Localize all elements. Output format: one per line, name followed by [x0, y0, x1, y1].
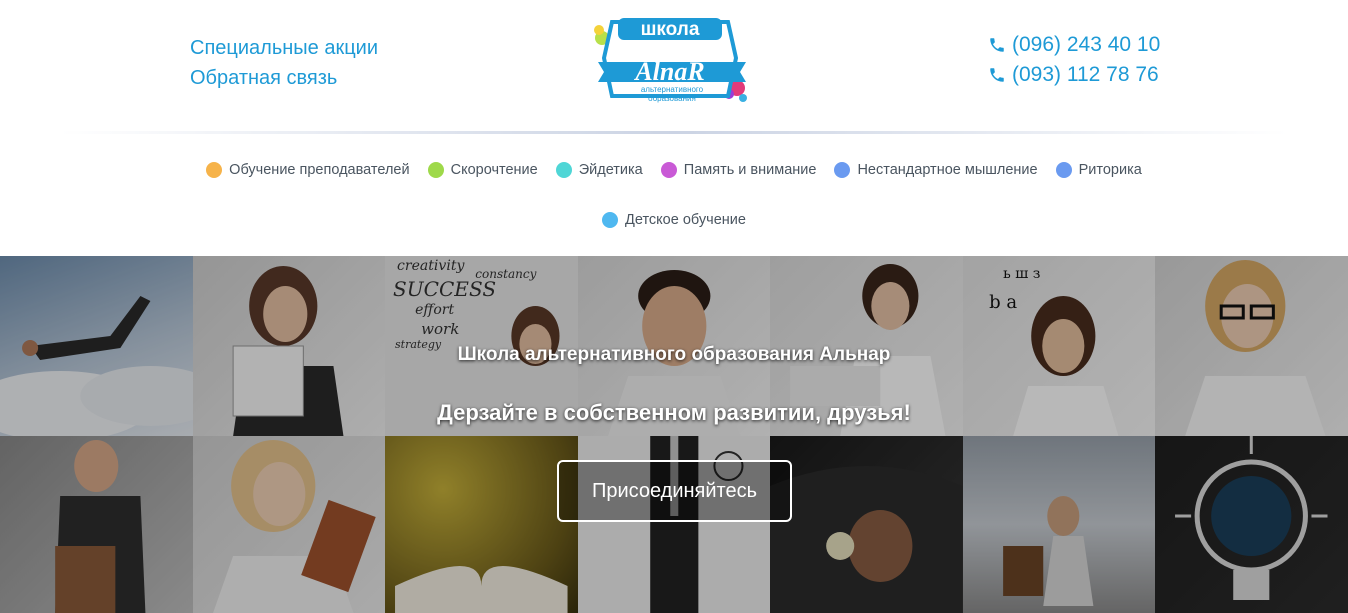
- hero-title: Дерзайте в собственном развитии, друзья!: [437, 400, 911, 425]
- nav-item-speed-reading[interactable]: Скорочтение: [427, 162, 538, 178]
- logo-top-text: школа: [641, 19, 700, 40]
- blue-dot-icon: [1055, 162, 1072, 178]
- join-button[interactable]: Присоединяйтесь: [557, 460, 792, 522]
- teal-dot-icon: [555, 162, 572, 178]
- nav-item-rhetoric[interactable]: Риторика: [1055, 162, 1142, 178]
- nav-item-label: Память и внимание: [683, 162, 817, 178]
- logo-brand: AlnaR: [633, 57, 704, 86]
- course-nav-row-2: Детское обучение: [0, 200, 1348, 240]
- hero-subtitle: Школа альтернативного образования Альнар: [457, 344, 891, 365]
- site-header: Специальные акции Обратная связь школа A…: [0, 0, 1348, 133]
- nav-item-children-education[interactable]: Детское обучение: [602, 212, 746, 228]
- header-links: Специальные акции Обратная связь: [190, 33, 378, 93]
- nav-item-label: Риторика: [1078, 162, 1142, 178]
- nav-item-label: Эйдетика: [578, 162, 643, 178]
- blue-dot-icon: [834, 162, 851, 178]
- special-offers-link[interactable]: Специальные акции: [190, 33, 378, 63]
- school-logo[interactable]: школа AlnaR альтернативного образования: [590, 12, 755, 112]
- phone-number-2[interactable]: (093) 112 78 76: [988, 60, 1160, 90]
- nav-item-label: Нестандартное мышление: [857, 162, 1038, 178]
- purple-dot-icon: [660, 162, 677, 178]
- phone-icon: [990, 38, 1004, 52]
- phone-number-text-1: (096) 243 40 10: [1012, 33, 1161, 56]
- phone-number-text-2: (093) 112 78 76: [1012, 63, 1159, 86]
- course-nav: Обучение преподавателей Скорочтение Эйде…: [0, 150, 1348, 240]
- logo-tagline-2: образования: [648, 94, 696, 103]
- phone-number-1[interactable]: (096) 243 40 10: [988, 30, 1160, 60]
- nav-item-label: Детское обучение: [625, 212, 746, 228]
- nav-item-teacher-training[interactable]: Обучение преподавателей: [206, 162, 410, 178]
- nav-item-creative-thinking[interactable]: Нестандартное мышление: [834, 162, 1038, 178]
- header-divider: [60, 131, 1288, 134]
- phone-list: (096) 243 40 10 (093) 112 78 76: [988, 30, 1160, 90]
- hero-overlay: [0, 256, 1348, 613]
- phone-icon: [990, 68, 1004, 82]
- nav-item-memory-attention[interactable]: Память и внимание: [660, 162, 817, 178]
- orange-dot-icon: [206, 162, 223, 178]
- course-nav-row-1: Обучение преподавателей Скорочтение Эйде…: [0, 150, 1348, 190]
- nav-item-label: Обучение преподавателей: [229, 162, 410, 178]
- feedback-link[interactable]: Обратная связь: [190, 63, 378, 93]
- nav-item-label: Скорочтение: [450, 162, 538, 178]
- hero-banner: creativity constancy SUCCESS effort work…: [0, 256, 1348, 613]
- nav-item-eidetics[interactable]: Эйдетика: [555, 162, 643, 178]
- green-dot-icon: [427, 162, 444, 178]
- logo-tagline-1: альтернативного: [641, 85, 704, 94]
- light-blue-dot-icon: [602, 212, 619, 228]
